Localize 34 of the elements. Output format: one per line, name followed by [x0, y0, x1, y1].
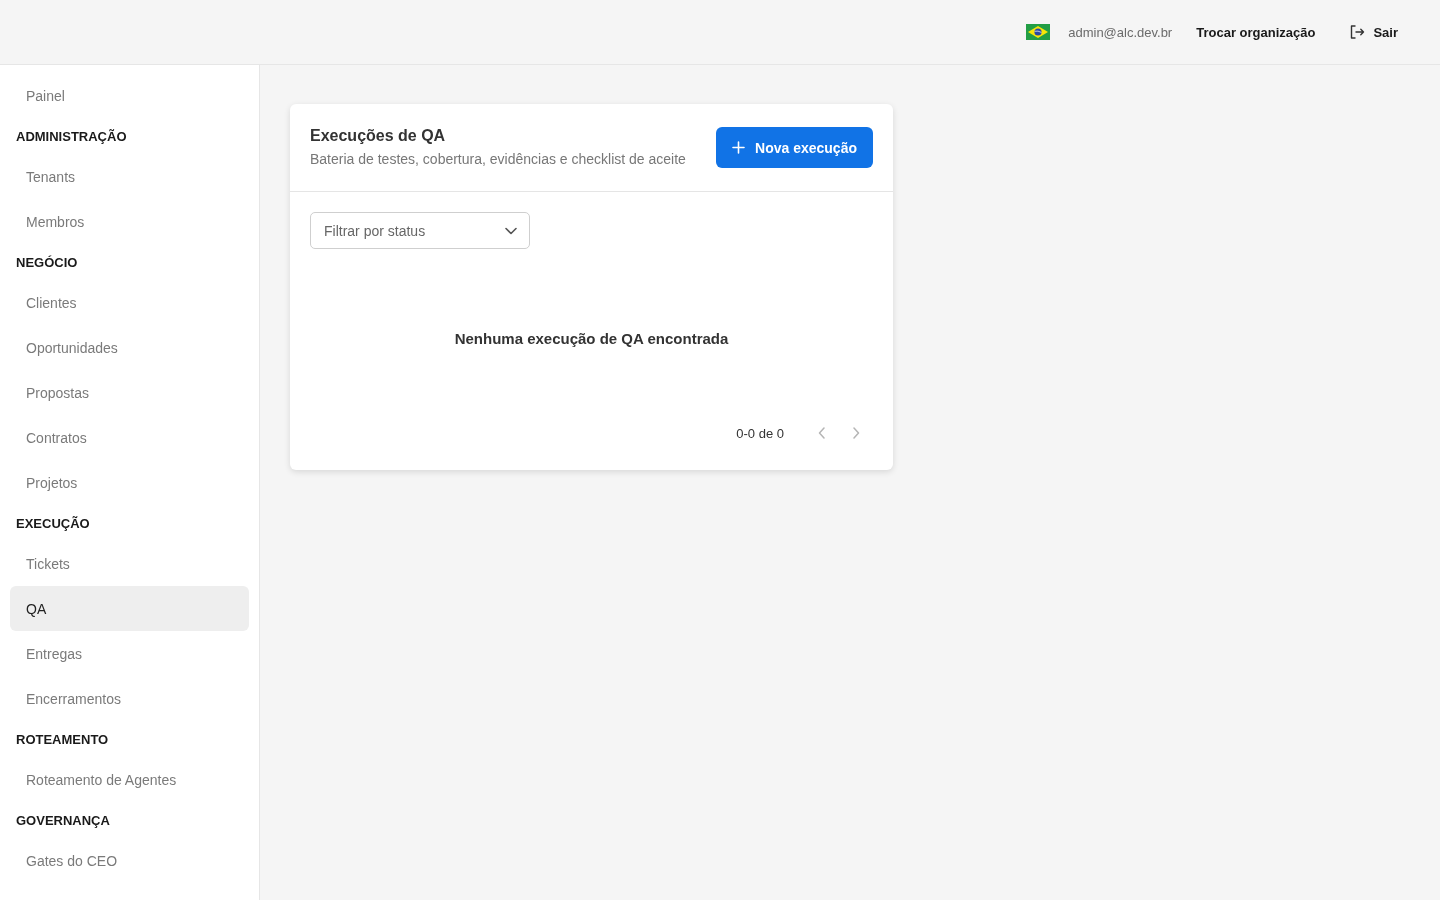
- sidebar-section-title: GOVERNANÇA: [15, 811, 111, 830]
- sidebar-section-title: ROTEAMENTO: [15, 730, 110, 749]
- sidebar-item[interactable]: Clientes: [10, 280, 249, 325]
- logout-button[interactable]: Sair: [1337, 16, 1410, 48]
- sidebar-item[interactable]: Contratos: [10, 415, 249, 460]
- empty-state-message: Nenhuma execução de QA encontrada: [454, 330, 729, 347]
- page-title: Execuções de QA: [310, 126, 447, 146]
- sidebar-item[interactable]: Gates do CEO: [10, 838, 249, 883]
- brazil-flag-icon[interactable]: [1026, 24, 1051, 40]
- sidebar-item[interactable]: Encerramentos: [10, 676, 249, 721]
- sidebar-section-title: NEGÓCIO: [15, 253, 79, 272]
- sidebar-item[interactable]: Roteamento de Agentes: [10, 757, 249, 802]
- sidebar-item[interactable]: Entregas: [10, 631, 249, 676]
- chevron-down-icon: [505, 226, 517, 235]
- chevron-left-icon: [818, 427, 826, 439]
- chevron-right-icon: [852, 427, 860, 439]
- logout-icon: [1349, 24, 1366, 40]
- pagination-range: 0-0 de 0: [736, 425, 784, 441]
- sidebar-item[interactable]: Tickets: [10, 541, 249, 586]
- sidebar-item[interactable]: Tenants: [10, 154, 249, 199]
- sidebar-item[interactable]: QA: [10, 586, 249, 631]
- page-subtitle: Bateria de testes, cobertura, evidências e checklist de aceite: [310, 150, 686, 169]
- sidebar-item[interactable]: Membros: [10, 199, 249, 244]
- sidebar-item[interactable]: Propostas: [10, 370, 249, 415]
- switch-organization-button[interactable]: Trocar organização: [1184, 16, 1328, 48]
- sidebar-section-title: EXECUÇÃO: [15, 514, 91, 533]
- user-email: admin@alc.dev.br: [1068, 24, 1173, 40]
- new-execution-button[interactable]: Nova execução: [716, 127, 873, 168]
- status-filter-select[interactable]: Filtrar por status: [310, 212, 530, 249]
- sidebar-item[interactable]: Painel: [10, 73, 249, 118]
- sidebar-section-title: ADMINISTRAÇÃO: [15, 127, 128, 146]
- sidebar-item[interactable]: Oportunidades: [10, 325, 249, 370]
- plus-icon: [732, 141, 746, 154]
- sidebar-item[interactable]: Projetos: [10, 460, 249, 505]
